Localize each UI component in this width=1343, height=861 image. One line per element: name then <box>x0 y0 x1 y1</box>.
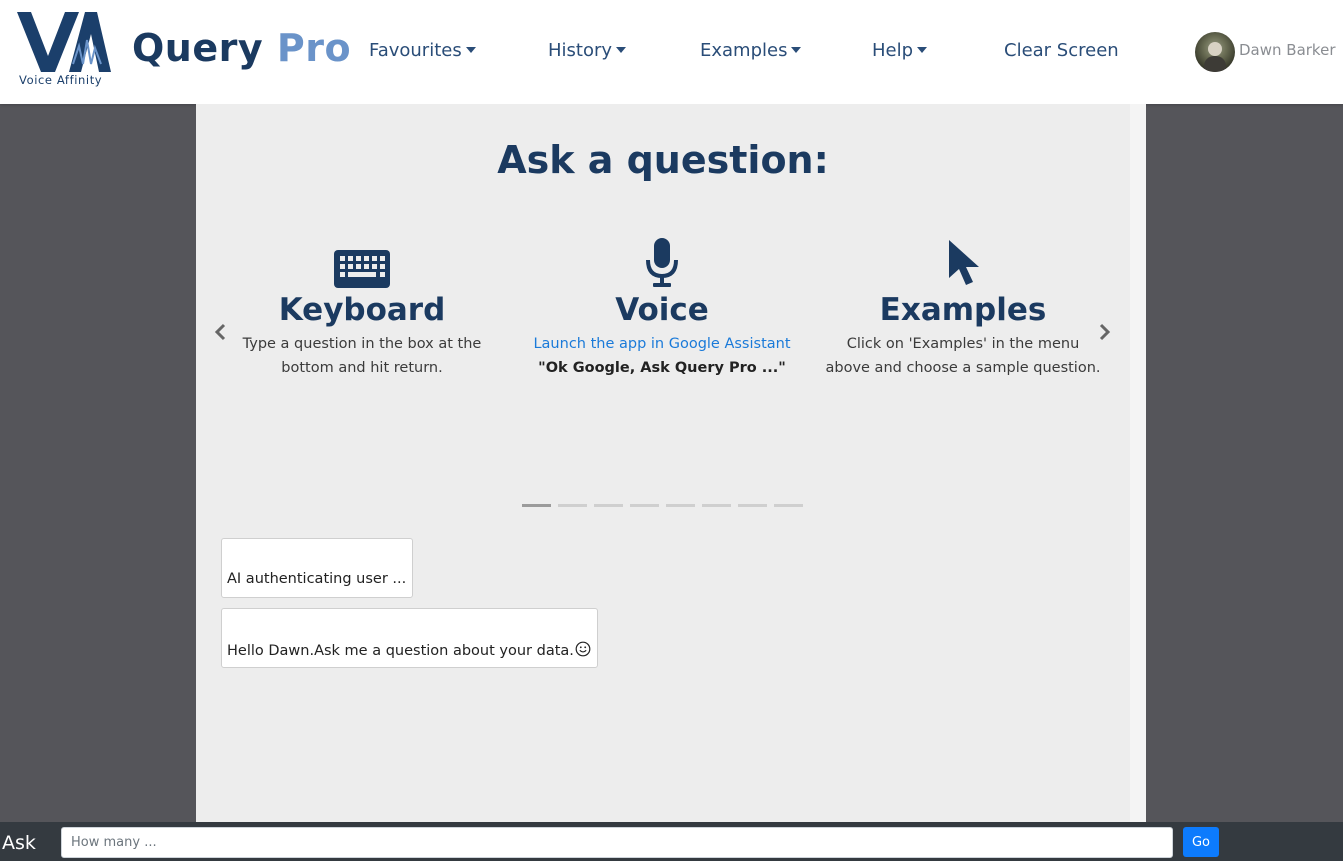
nav-history[interactable]: History <box>548 40 627 61</box>
page-title: Ask a question: <box>497 138 829 182</box>
chat-message: AI authenticating user ... <box>221 538 414 598</box>
carousel-indicator[interactable] <box>702 504 731 507</box>
nav-help[interactable]: Help <box>872 40 928 61</box>
ask-label: Ask <box>2 832 36 854</box>
keyboard-card-text: Type a question in the box at the bottom … <box>242 336 482 376</box>
app-brand-title: Query Pro <box>132 26 351 70</box>
carousel-indicators <box>522 504 810 507</box>
caret-down-icon <box>791 47 802 53</box>
carousel-indicator[interactable] <box>630 504 659 507</box>
user-name: Dawn Barker <box>1239 41 1336 59</box>
va-logo-mark <box>17 12 111 72</box>
caret-down-icon <box>917 47 928 53</box>
brand-name-primary: Query <box>132 26 264 70</box>
nav-clear-screen-label: Clear Screen <box>1004 40 1119 61</box>
nav-help-label: Help <box>872 40 914 61</box>
top-navbar: Voice Affinity Query Pro Favourites Hist… <box>0 0 1343 104</box>
voice-affinity-logo[interactable]: Voice Affinity <box>17 12 111 90</box>
nav-favourites[interactable]: Favourites <box>369 40 476 61</box>
examples-card-title: Examples <box>879 292 1047 328</box>
carousel-indicator[interactable] <box>738 504 767 507</box>
nav-examples-label: Examples <box>700 40 788 61</box>
nav-examples[interactable]: Examples <box>700 40 802 61</box>
go-button[interactable]: Go <box>1183 827 1219 857</box>
chat-message: Hello Dawn.Ask me a question about your … <box>221 608 598 668</box>
user-avatar[interactable] <box>1195 32 1235 72</box>
brand-name-secondary: Pro <box>276 26 352 70</box>
keyboard-icon <box>212 232 512 288</box>
nav-clear-screen[interactable]: Clear Screen <box>1004 40 1119 61</box>
question-input[interactable] <box>61 827 1173 858</box>
carousel-indicator[interactable] <box>594 504 623 507</box>
google-assistant-link[interactable]: Launch the app in Google Assistant <box>512 332 812 356</box>
microphone-icon <box>512 232 812 288</box>
keyboard-card-title: Keyboard <box>278 292 446 328</box>
pointer-icon <box>813 232 1113 288</box>
keyboard-card: Keyboard Type a question in the box at t… <box>212 232 512 380</box>
voice-command-text: "Ok Google, Ask Query Pro ..." <box>538 360 786 376</box>
main-panel: Ask a question: Keyboard Type a question… <box>196 104 1146 822</box>
examples-card: Examples Click on 'Examples' in the menu… <box>813 232 1113 380</box>
smiley-icon <box>575 641 591 657</box>
carousel-indicator[interactable] <box>522 504 551 507</box>
carousel-indicator[interactable] <box>558 504 587 507</box>
carousel-indicator[interactable] <box>774 504 803 507</box>
voice-card: Voice Launch the app in Google Assistant… <box>512 232 812 380</box>
caret-down-icon <box>465 47 476 53</box>
carousel-indicator[interactable] <box>666 504 695 507</box>
ask-bar: Ask Go <box>0 822 1343 861</box>
examples-card-text: Click on 'Examples' in the menu above and… <box>825 336 1101 376</box>
chat-message-text: Hello Dawn.Ask me a question about your … <box>227 643 574 659</box>
user-menu[interactable]: Dawn Barker <box>1195 32 1335 72</box>
nav-favourites-label: Favourites <box>369 40 462 61</box>
caret-down-icon <box>616 47 627 53</box>
logo-tagline: Voice Affinity <box>19 73 103 87</box>
voice-card-title: Voice <box>615 292 709 328</box>
chat-message-text: AI authenticating user ... <box>227 571 407 587</box>
nav-history-label: History <box>548 40 613 61</box>
